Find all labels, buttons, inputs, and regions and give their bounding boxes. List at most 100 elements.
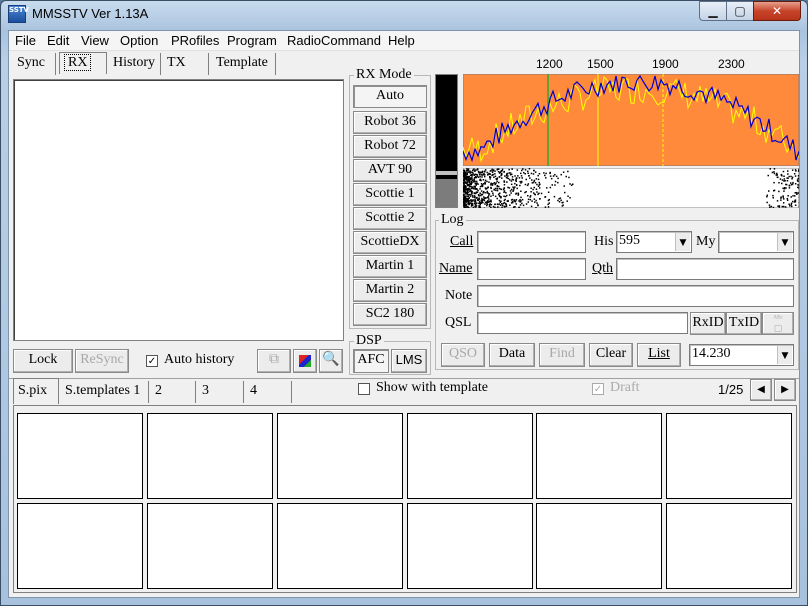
my-chevron-down-icon[interactable]: ▼ (777, 233, 792, 251)
close-button[interactable]: ✕ (753, 1, 801, 21)
his-value: 595 (619, 233, 640, 248)
rx-mode-label: RX Mode (354, 67, 414, 83)
app-icon[interactable]: SSTV (8, 5, 29, 23)
draft-checkbox[interactable]: ✓ (592, 383, 604, 395)
call-label: Call (450, 234, 474, 249)
minimize-button[interactable]: ▁ (699, 1, 727, 21)
name-label: Name (439, 261, 473, 276)
my-select[interactable]: ▼ (718, 231, 794, 253)
tab-4[interactable]: 4 (246, 381, 292, 403)
auto-history-checkbox[interactable]: ✓ (146, 355, 158, 367)
his-select[interactable]: 595 ▼ (616, 231, 692, 253)
call-input[interactable] (477, 231, 586, 253)
tab-template[interactable]: Template (212, 53, 276, 75)
thumbnail-slot[interactable] (666, 503, 792, 589)
menu-bar: File Edit View Option PRofiles Program R… (9, 31, 799, 51)
thumbnail-slot[interactable] (666, 413, 792, 499)
prev-page-icon[interactable]: ◀ (750, 379, 772, 401)
qsl-input[interactable] (477, 312, 688, 334)
data-button[interactable]: Data (489, 343, 535, 367)
thumbnail-slot[interactable] (536, 503, 662, 589)
mode-robot36-button[interactable]: Robot 36 (353, 111, 427, 134)
thumbnail-slot[interactable] (407, 413, 533, 499)
frequency-select[interactable]: 14.230 ▼ (689, 344, 794, 366)
rx-image-area[interactable] (13, 79, 344, 341)
dsp-label: DSP (354, 333, 384, 349)
tick-1900: 1900 (652, 57, 679, 71)
next-page-icon[interactable]: ▶ (774, 379, 796, 401)
mode-scottiedx-button[interactable]: ScottieDX (353, 231, 427, 254)
mode-scottie2-button[interactable]: Scottie 2 (353, 207, 427, 230)
lms-button[interactable]: LMS (391, 349, 427, 373)
thumbnail-slot[interactable] (277, 413, 403, 499)
my-label: My (696, 234, 716, 249)
thumbnail-slot[interactable] (536, 413, 662, 499)
his-chevron-down-icon[interactable]: ▼ (675, 233, 690, 251)
mode-avt90-button[interactable]: AVT 90 (353, 159, 427, 182)
mode-auto-button[interactable]: Auto (353, 85, 427, 108)
txid-button[interactable]: TxID (726, 312, 762, 335)
tab-rx-label: RX (64, 54, 92, 71)
list-button[interactable]: List (637, 343, 681, 367)
mode-martin2-button[interactable]: Martin 2 (353, 279, 427, 302)
tab-sync[interactable]: Sync (13, 53, 56, 75)
page-counter: 1/25 (718, 382, 744, 397)
name-input[interactable] (477, 258, 586, 280)
thumbnail-slot[interactable] (17, 413, 143, 499)
spectrum-display[interactable] (463, 74, 799, 166)
tab-tx[interactable]: TX (163, 53, 209, 75)
find-button[interactable]: Find (539, 343, 585, 367)
mode-martin1-button[interactable]: Martin 1 (353, 255, 427, 278)
his-label: His (594, 234, 614, 249)
resync-button[interactable]: ReSync (75, 349, 129, 373)
thumbnail-slot[interactable] (407, 503, 533, 589)
mode-sc2180-button[interactable]: SC2 180 (353, 303, 427, 326)
client-area: File Edit View Option PRofiles Program R… (8, 30, 800, 598)
rxid-button[interactable]: RxID (690, 312, 726, 335)
frequency-chevron-down-icon[interactable]: ▼ (777, 346, 792, 364)
mode-robot72-button[interactable]: Robot 72 (353, 135, 427, 158)
auto-history-label: Auto history (164, 352, 235, 367)
qth-input[interactable] (616, 258, 794, 280)
tick-1500: 1500 (587, 57, 614, 71)
menu-radiocommand[interactable]: RadioCommand (287, 33, 381, 48)
window-title: MMSSTV Ver 1.13A (32, 6, 149, 21)
color-picture-icon[interactable] (293, 349, 317, 373)
frequency-value: 14.230 (692, 346, 731, 361)
lock-button[interactable]: Lock (13, 349, 73, 373)
thumbnail-panel (13, 405, 797, 593)
thumbnail-slot[interactable] (147, 503, 273, 589)
copy-icon[interactable]: ⧉ (257, 349, 291, 373)
tab-spix[interactable]: S.pix (13, 378, 59, 404)
magnify-icon[interactable]: 🔍 (319, 349, 343, 373)
show-with-template-checkbox[interactable] (358, 383, 370, 395)
menu-file[interactable]: File (15, 33, 36, 48)
menu-help[interactable]: Help (388, 33, 415, 48)
qso-button[interactable]: QSO (441, 343, 485, 367)
log-label: Log (439, 212, 466, 228)
qth-label: Qth (592, 261, 613, 276)
tab-rx[interactable]: RX (59, 52, 107, 74)
tab-2[interactable]: 2 (151, 381, 196, 403)
note-input[interactable] (477, 285, 794, 307)
afc-button[interactable]: AFC (353, 349, 389, 373)
mode-scottie1-button[interactable]: Scottie 1 (353, 183, 427, 206)
show-with-template-label: Show with template (376, 380, 488, 395)
thumbnail-slot[interactable] (277, 503, 403, 589)
draft-label: Draft (610, 380, 640, 395)
menu-profiles[interactable]: PRofiles (171, 33, 219, 48)
tab-3[interactable]: 3 (198, 381, 244, 403)
clear-button[interactable]: Clear (589, 343, 633, 367)
menu-option[interactable]: Option (120, 33, 158, 48)
level-meter (435, 74, 458, 208)
menu-edit[interactable]: Edit (47, 33, 69, 48)
thumbnail-slot[interactable] (147, 413, 273, 499)
tab-history[interactable]: History (109, 53, 161, 75)
menu-program[interactable]: Program (227, 33, 277, 48)
cw-id-icon[interactable]: ᴬᴮᶜ ▢ (762, 312, 794, 335)
tab-stemplates-1[interactable]: S.templates 1 (61, 381, 149, 403)
maximize-button[interactable]: ▢ (726, 1, 754, 21)
waterfall-display[interactable] (463, 168, 799, 208)
thumbnail-slot[interactable] (17, 503, 143, 589)
menu-view[interactable]: View (81, 33, 109, 48)
